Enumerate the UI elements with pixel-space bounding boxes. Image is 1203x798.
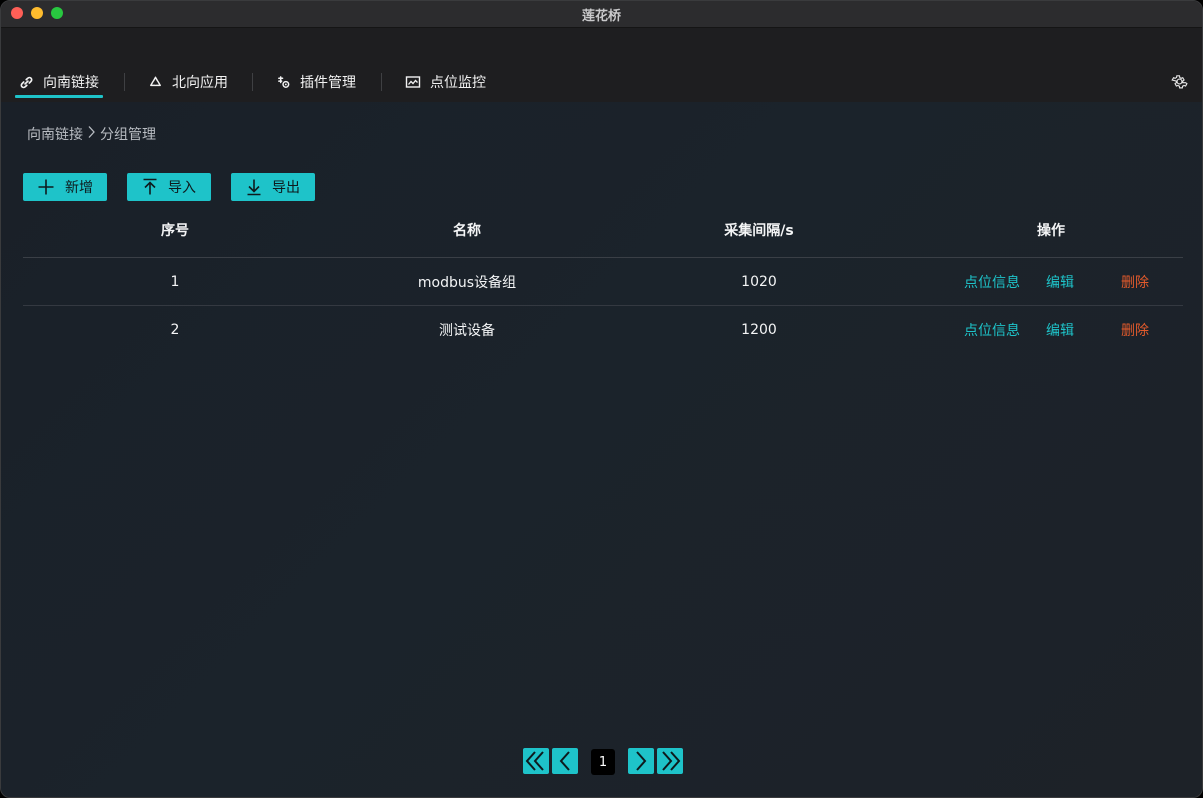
row-index: 2: [170, 321, 180, 338]
row-name: modbus设备组: [417, 274, 517, 291]
link-icon: [19, 75, 34, 90]
export-button[interactable]: 导出: [231, 173, 315, 201]
title-bar: 莲花桥: [1, 1, 1202, 28]
delete-link[interactable]: 删除: [1121, 258, 1149, 305]
app-window: 莲花桥 向南链接 北向应用 插件管理 点位监控 向南链接 分组管理 新增 导入 …: [0, 0, 1203, 798]
breadcrumb-parent[interactable]: 向南链接: [27, 124, 83, 144]
upload-icon: [142, 178, 158, 196]
edit-link[interactable]: 编辑: [1046, 306, 1074, 353]
active-tab-indicator: [15, 95, 103, 98]
tab-label: 向南链接: [43, 75, 99, 91]
row-interval: 1020: [741, 273, 777, 290]
breadcrumb: 向南链接 分组管理: [27, 124, 156, 144]
nav-divider: [252, 73, 253, 91]
tab-northbound[interactable]: 北向应用: [148, 72, 228, 92]
import-button-label: 导入: [168, 180, 196, 196]
recycle-icon: [148, 75, 163, 90]
point-info-link[interactable]: 点位信息: [964, 258, 1020, 305]
tab-plugins[interactable]: 插件管理: [276, 72, 356, 92]
tab-label: 点位监控: [430, 75, 486, 91]
monitor-icon: [405, 75, 421, 90]
first-page-icon[interactable]: [523, 748, 549, 774]
nav-divider: [381, 73, 382, 91]
plus-icon: [37, 178, 55, 196]
row-interval: 1200: [741, 321, 777, 338]
column-header-index: 序号: [161, 223, 189, 239]
group-table: 序号 名称 采集间隔/s 操作 1 modbus设备组 1020 点位信息 编辑…: [23, 210, 1183, 353]
chevron-right-icon: [87, 125, 96, 143]
row-index: 1: [170, 273, 180, 290]
tab-label: 北向应用: [172, 75, 228, 91]
import-button[interactable]: 导入: [127, 173, 211, 201]
plugin-icon: [276, 75, 291, 90]
column-header-name: 名称: [453, 223, 481, 239]
delete-link[interactable]: 删除: [1121, 306, 1149, 353]
tab-southbound[interactable]: 向南链接: [19, 72, 99, 92]
next-page-icon[interactable]: [628, 748, 654, 774]
nav-divider: [124, 73, 125, 91]
top-nav: 向南链接 北向应用 插件管理 点位监控: [1, 28, 1202, 102]
prev-page-icon[interactable]: [552, 748, 578, 774]
download-icon: [246, 178, 262, 196]
gear-icon[interactable]: [1171, 73, 1188, 90]
add-button[interactable]: 新增: [23, 173, 107, 201]
window-title: 莲花桥: [581, 9, 621, 24]
column-header-actions: 操作: [1037, 223, 1065, 239]
last-page-icon[interactable]: [657, 748, 683, 774]
table-row: 1 modbus设备组 1020 点位信息 编辑 删除: [23, 258, 1183, 306]
add-button-label: 新增: [65, 180, 93, 196]
column-header-interval: 采集间隔/s: [724, 223, 794, 239]
page-number-current[interactable]: 1: [591, 749, 615, 775]
table-header: 序号 名称 采集间隔/s 操作: [23, 210, 1183, 258]
row-name: 测试设备: [439, 322, 495, 339]
point-info-link[interactable]: 点位信息: [964, 306, 1020, 353]
tab-label: 插件管理: [300, 75, 356, 91]
tab-monitor[interactable]: 点位监控: [405, 72, 486, 92]
table-row: 2 测试设备 1200 点位信息 编辑 删除: [23, 306, 1183, 353]
main-content: 向南链接 分组管理 新增 导入 导出 序号 名称 采集间隔/s 操作 1 mod…: [1, 102, 1202, 797]
breadcrumb-current: 分组管理: [100, 127, 156, 143]
edit-link[interactable]: 编辑: [1046, 258, 1074, 305]
export-button-label: 导出: [272, 180, 300, 196]
